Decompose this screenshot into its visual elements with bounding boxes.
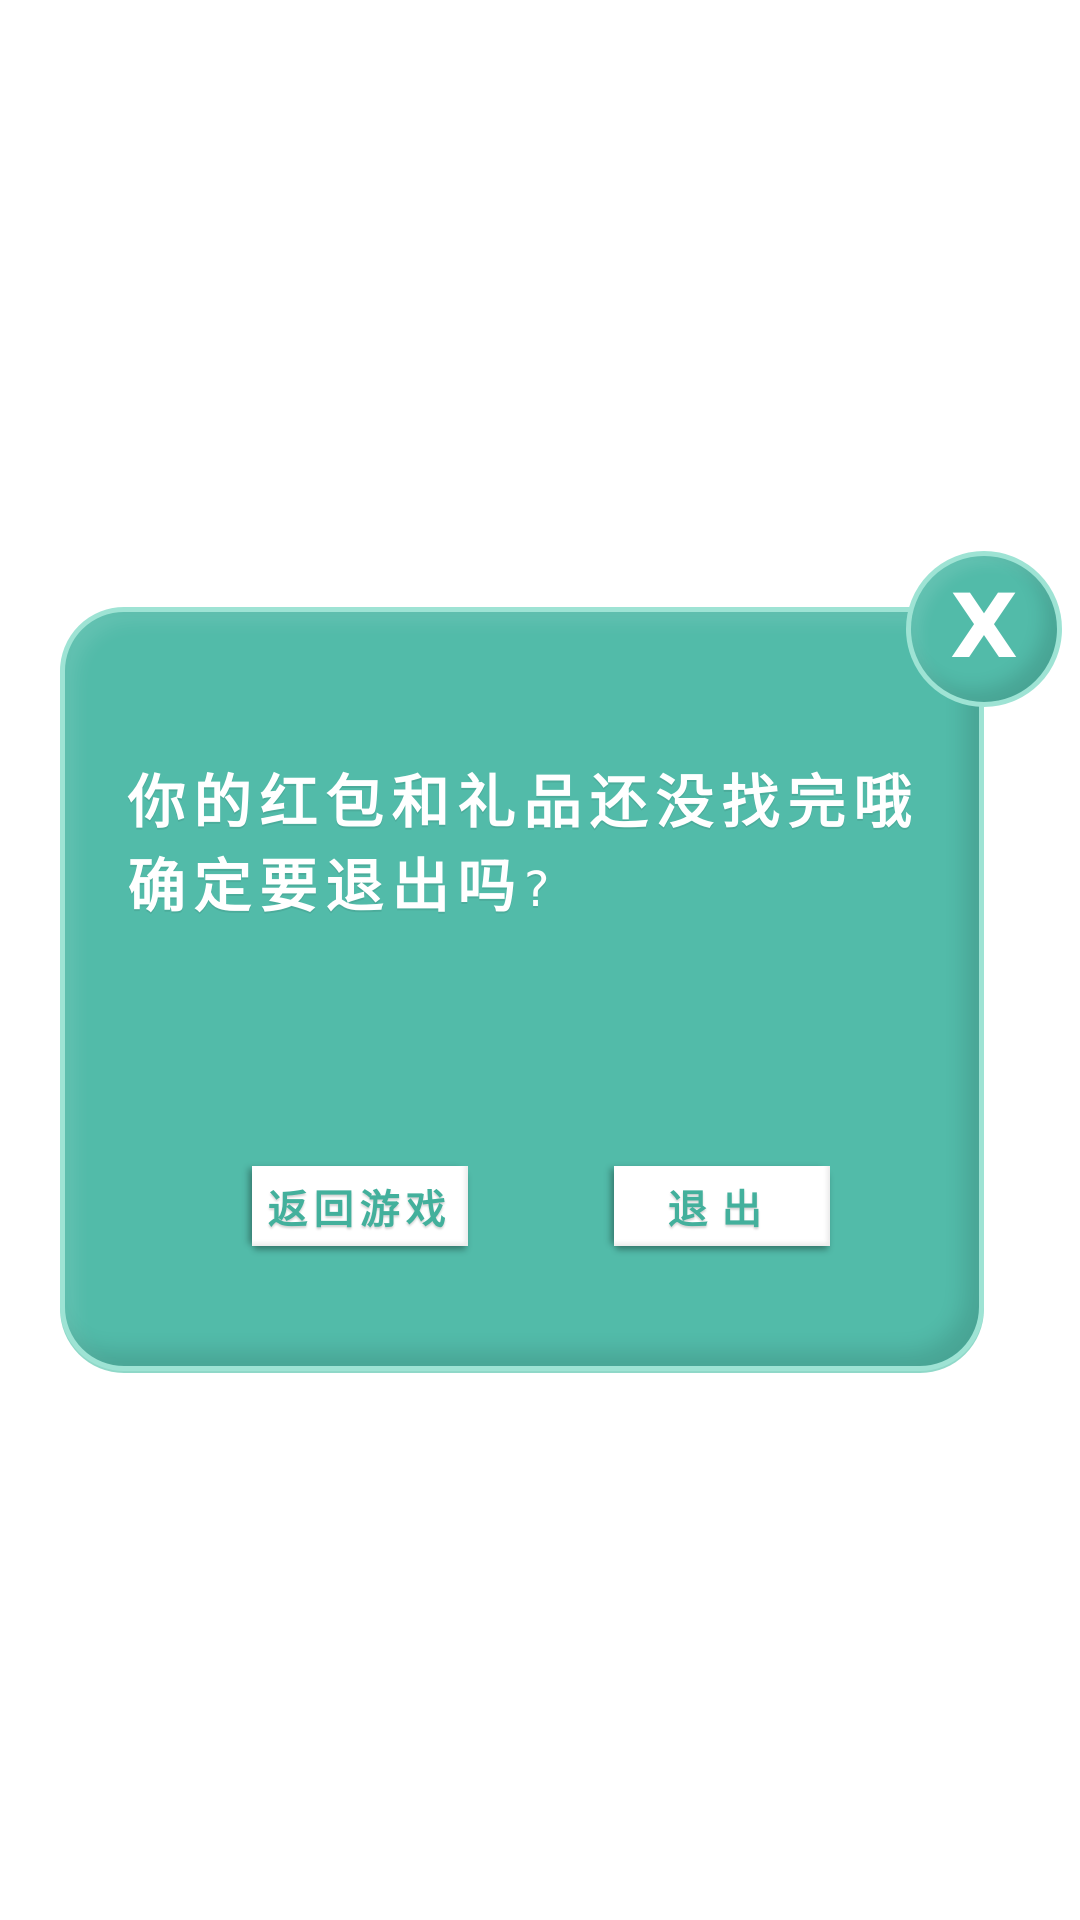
message-line-2: 确定要退出吗: [128, 852, 525, 920]
question-mark: ?: [524, 862, 558, 918]
dialog-message: 你的红包和礼品还没找完哦 确定要退出吗?: [128, 760, 928, 932]
exit-label: 退出: [668, 1187, 776, 1233]
message-line-2-wrap: 确定要退出吗?: [128, 844, 928, 932]
message-line-1: 你的红包和礼品还没找完哦: [128, 768, 921, 836]
close-button[interactable]: X: [906, 551, 1062, 707]
return-to-game-button[interactable]: 返回游戏: [252, 1166, 468, 1246]
close-icon[interactable]: X: [950, 583, 1018, 671]
exit-button[interactable]: 退出: [614, 1166, 830, 1246]
exit-confirm-dialog: [60, 607, 984, 1371]
return-to-game-label: 返回游戏: [268, 1187, 452, 1233]
